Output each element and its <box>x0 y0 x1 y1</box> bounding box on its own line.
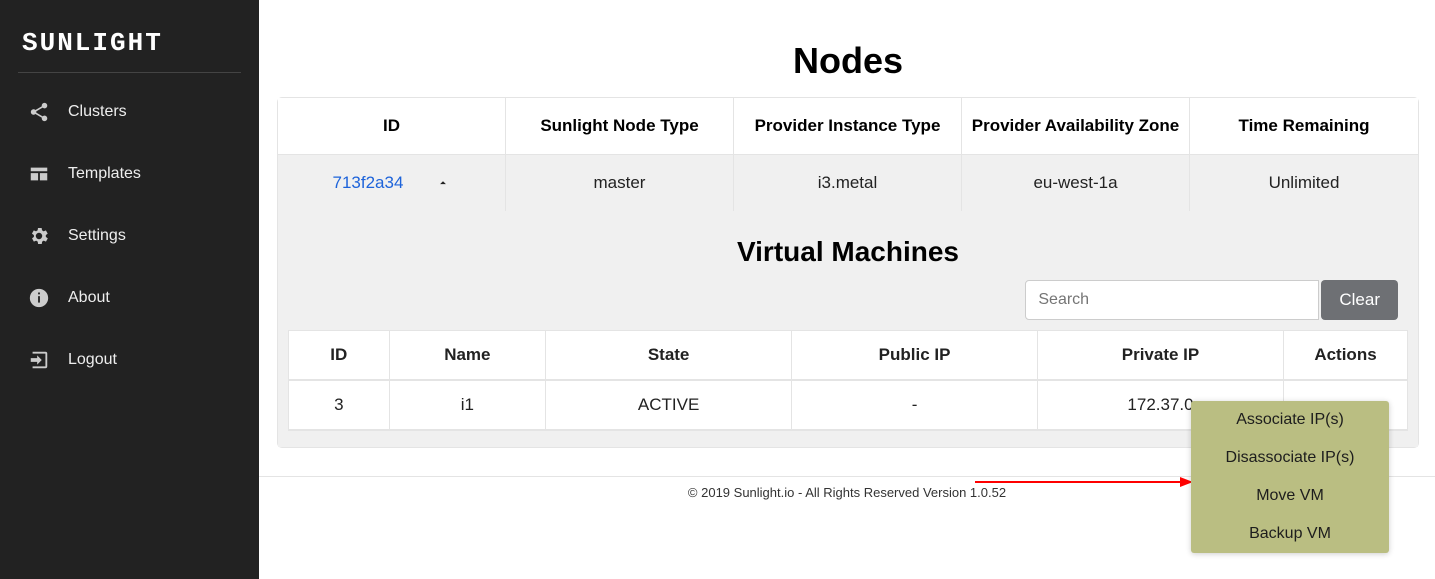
sidebar-item-clusters[interactable]: Clusters <box>18 81 241 143</box>
vm-col-id: ID <box>289 331 390 380</box>
logout-icon <box>28 349 50 371</box>
vm-name-cell: i1 <box>390 380 547 430</box>
nodes-col-type: Sunlight Node Type <box>506 98 734 155</box>
nodes-table: ID Sunlight Node Type Provider Instance … <box>278 98 1418 447</box>
info-icon <box>28 287 50 309</box>
nodes-card: ID Sunlight Node Type Provider Instance … <box>277 97 1419 448</box>
action-disassociate-ip[interactable]: Disassociate IP(s) <box>1191 439 1389 477</box>
sidebar-item-about[interactable]: About <box>18 267 241 329</box>
sidebar-item-logout[interactable]: Logout <box>18 329 241 391</box>
vm-col-privateip: Private IP <box>1038 331 1284 380</box>
share-icon <box>28 101 50 123</box>
search-input[interactable] <box>1025 280 1319 320</box>
templates-icon <box>28 163 50 185</box>
node-time-cell: Unlimited <box>1190 155 1418 211</box>
sidebar-item-label: About <box>68 289 110 307</box>
gear-icon <box>28 225 50 247</box>
vm-col-actions: Actions <box>1284 331 1407 380</box>
node-instance-cell: i3.metal <box>734 155 962 211</box>
nodes-col-instance: Provider Instance Type <box>734 98 962 155</box>
nodes-col-az: Provider Availability Zone <box>962 98 1190 155</box>
sidebar-item-label: Templates <box>68 165 141 183</box>
nodes-col-time: Time Remaining <box>1190 98 1418 155</box>
node-row[interactable]: 713f2a34 master i3.metal eu-west-1a Unli… <box>278 155 1418 211</box>
node-id-link[interactable]: 713f2a34 <box>333 173 404 192</box>
vm-publicip-cell: - <box>792 380 1038 430</box>
action-backup-vm[interactable]: Backup VM <box>1191 515 1389 553</box>
sidebar-item-settings[interactable]: Settings <box>18 205 241 267</box>
action-associate-ip[interactable]: Associate IP(s) <box>1191 401 1389 439</box>
node-type-cell: master <box>506 155 734 211</box>
vm-col-publicip: Public IP <box>792 331 1038 380</box>
clear-button[interactable]: Clear <box>1321 280 1398 320</box>
page-title: Nodes <box>277 40 1419 82</box>
vm-title: Virtual Machines <box>288 236 1408 268</box>
node-az-cell: eu-west-1a <box>962 155 1190 211</box>
vm-col-state: State <box>546 331 792 380</box>
brand-logo: SUNLIGHT <box>18 0 241 73</box>
sidebar-item-templates[interactable]: Templates <box>18 143 241 205</box>
sidebar-item-label: Logout <box>68 351 117 369</box>
sidebar-item-label: Clusters <box>68 103 127 121</box>
sidebar: SUNLIGHT Clusters Templates Settings Abo… <box>0 0 259 579</box>
sidebar-nav: Clusters Templates Settings About Logout <box>18 81 241 391</box>
vm-id-cell: 3 <box>289 380 390 430</box>
nodes-col-id: ID <box>278 98 506 155</box>
sidebar-item-label: Settings <box>68 227 126 245</box>
actions-dropdown: Associate IP(s) Disassociate IP(s) Move … <box>1191 401 1389 553</box>
vm-col-name: Name <box>390 331 547 380</box>
vm-state-cell: ACTIVE <box>546 380 792 430</box>
chevron-up-icon[interactable] <box>436 175 450 195</box>
action-move-vm[interactable]: Move VM <box>1191 477 1389 515</box>
